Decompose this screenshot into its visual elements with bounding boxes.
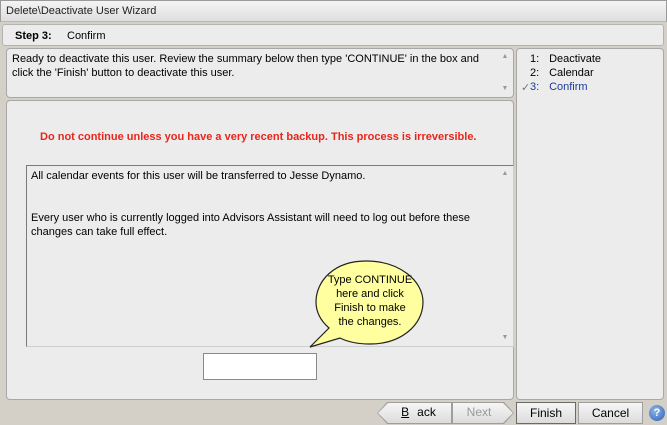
back-label-rest: ack [417, 405, 436, 419]
callout-line-1: Type CONTINUE [328, 274, 412, 286]
window-title: Delete\Deactivate User Wizard [6, 5, 157, 17]
scroll-down-icon[interactable]: ▼ [499, 84, 511, 94]
window-title-bar: Delete\Deactivate User Wizard [0, 0, 667, 22]
callout-line-3: Finish to make [334, 302, 406, 314]
instructions-box: Ready to deactivate this user. Review th… [6, 48, 514, 98]
hint-callout: Type CONTINUE here and click Finish to m… [309, 260, 424, 348]
summary-scrollbar[interactable]: ▲ ▼ [499, 169, 511, 343]
backup-warning: Do not continue unless you have a very r… [40, 131, 477, 143]
scroll-down-icon[interactable]: ▼ [499, 333, 511, 343]
summary-line-calendar: All calendar events for this user will b… [31, 170, 366, 182]
instructions-scrollbar[interactable]: ▲ ▼ [499, 52, 511, 94]
back-button-label: Back [393, 405, 436, 419]
step-index: 3: [530, 81, 540, 93]
callout-line-4: the changes. [339, 316, 402, 328]
back-button[interactable]: Back [377, 402, 452, 424]
step-index: 2: [530, 67, 540, 79]
step-label: Calendar [549, 67, 594, 79]
finish-button[interactable]: Finish [516, 402, 576, 424]
step-item-confirm: ✓ 3: Confirm [521, 81, 588, 94]
step-number-label: Step 3: [15, 30, 52, 42]
next-button-label: Next [466, 405, 492, 419]
summary-line-logout: Every user who is currently logged into … [31, 212, 471, 238]
step-label: Deactivate [549, 53, 602, 65]
help-icon[interactable]: ? [649, 405, 665, 421]
scroll-up-icon[interactable]: ▲ [499, 169, 511, 179]
checkmark-icon: ✓ [521, 82, 531, 94]
step-item-calendar: 2: Calendar [530, 67, 594, 79]
step-title: Confirm [67, 30, 106, 42]
next-button[interactable]: Next [452, 402, 514, 424]
steps-panel: 1: Deactivate 2: Calendar ✓ 3: Confirm [516, 48, 664, 400]
step-label: Confirm [549, 81, 588, 93]
back-accelerator: B [401, 405, 410, 419]
instructions-text: Ready to deactivate this user. Review th… [12, 53, 480, 79]
callout-line-2: here and click [336, 288, 404, 300]
step-index: 1: [530, 53, 540, 65]
step-header: Step 3: Confirm [2, 24, 664, 46]
scroll-up-icon[interactable]: ▲ [499, 52, 511, 62]
step-item-deactivate: 1: Deactivate [530, 53, 601, 65]
button-bar: Back Next Finish Cancel ? [0, 402, 667, 425]
cancel-button[interactable]: Cancel [578, 402, 643, 424]
